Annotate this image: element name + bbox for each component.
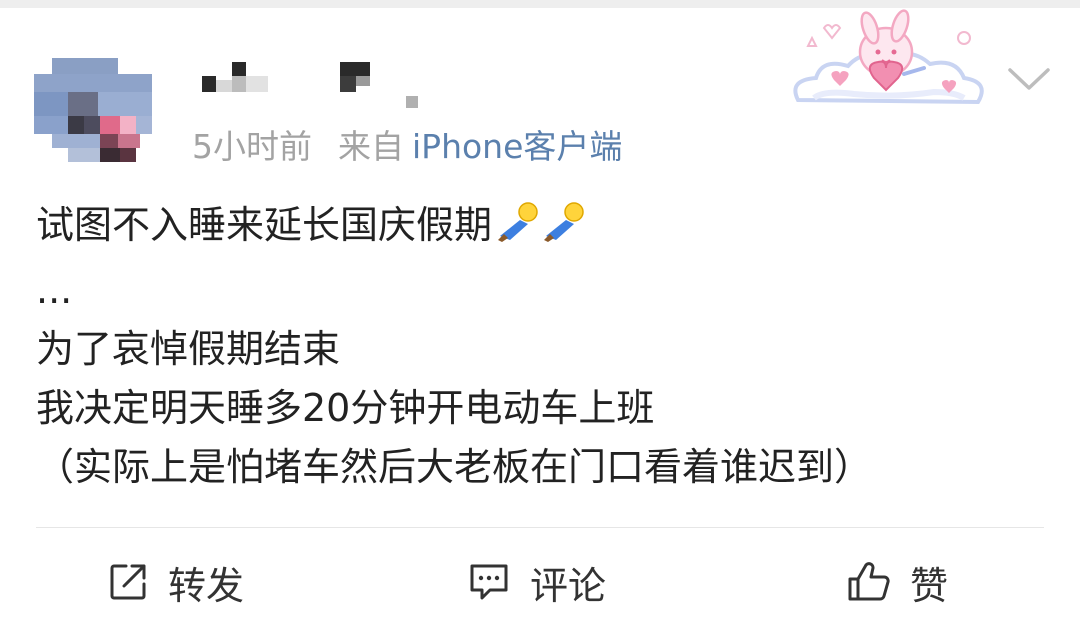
source-label: 来自	[338, 127, 404, 166]
lying-person-emoji-icon	[494, 200, 586, 261]
chevron-down-icon[interactable]	[1004, 62, 1054, 98]
post-line-1: 试图不入睡来延长国庆假期	[36, 196, 1046, 261]
post-line-1-text: 试图不入睡来延长国庆假期	[36, 203, 493, 247]
source-client-link[interactable]: iPhone客户端	[412, 127, 622, 166]
like-label: 赞	[910, 563, 949, 608]
post-time: 5小时前	[192, 127, 312, 166]
comment-icon	[470, 564, 508, 600]
avatar[interactable]	[34, 58, 152, 162]
post-content: 试图不入睡来延长国庆假期 ... 为了哀悼假期结束 我决定明天睡多20分钟开电动…	[36, 196, 1046, 497]
post-line-3: 为了哀悼假期结束	[36, 327, 341, 371]
post-line-4: 我决定明天睡多20分钟开电动车上班	[36, 386, 655, 430]
username[interactable]	[196, 58, 436, 112]
top-separator	[0, 0, 1080, 8]
share-icon	[110, 564, 146, 600]
repost-label: 转发	[168, 563, 245, 608]
repost-button[interactable]: 转发	[106, 552, 244, 612]
comment-label: 评论	[530, 563, 607, 608]
post-meta: 5小时前 来自 iPhone客户端	[192, 126, 622, 168]
like-button[interactable]: 赞	[846, 552, 948, 612]
post-line-5: （实际上是怕堵车然后大老板在门口看着谁迟到）	[36, 445, 873, 489]
bunny-cloud-sticker-icon	[793, 9, 984, 105]
thumbs-up-icon	[848, 562, 890, 601]
action-divider	[36, 527, 1044, 528]
comment-button[interactable]: 评论	[466, 552, 606, 612]
post-line-2: ...	[36, 268, 73, 312]
